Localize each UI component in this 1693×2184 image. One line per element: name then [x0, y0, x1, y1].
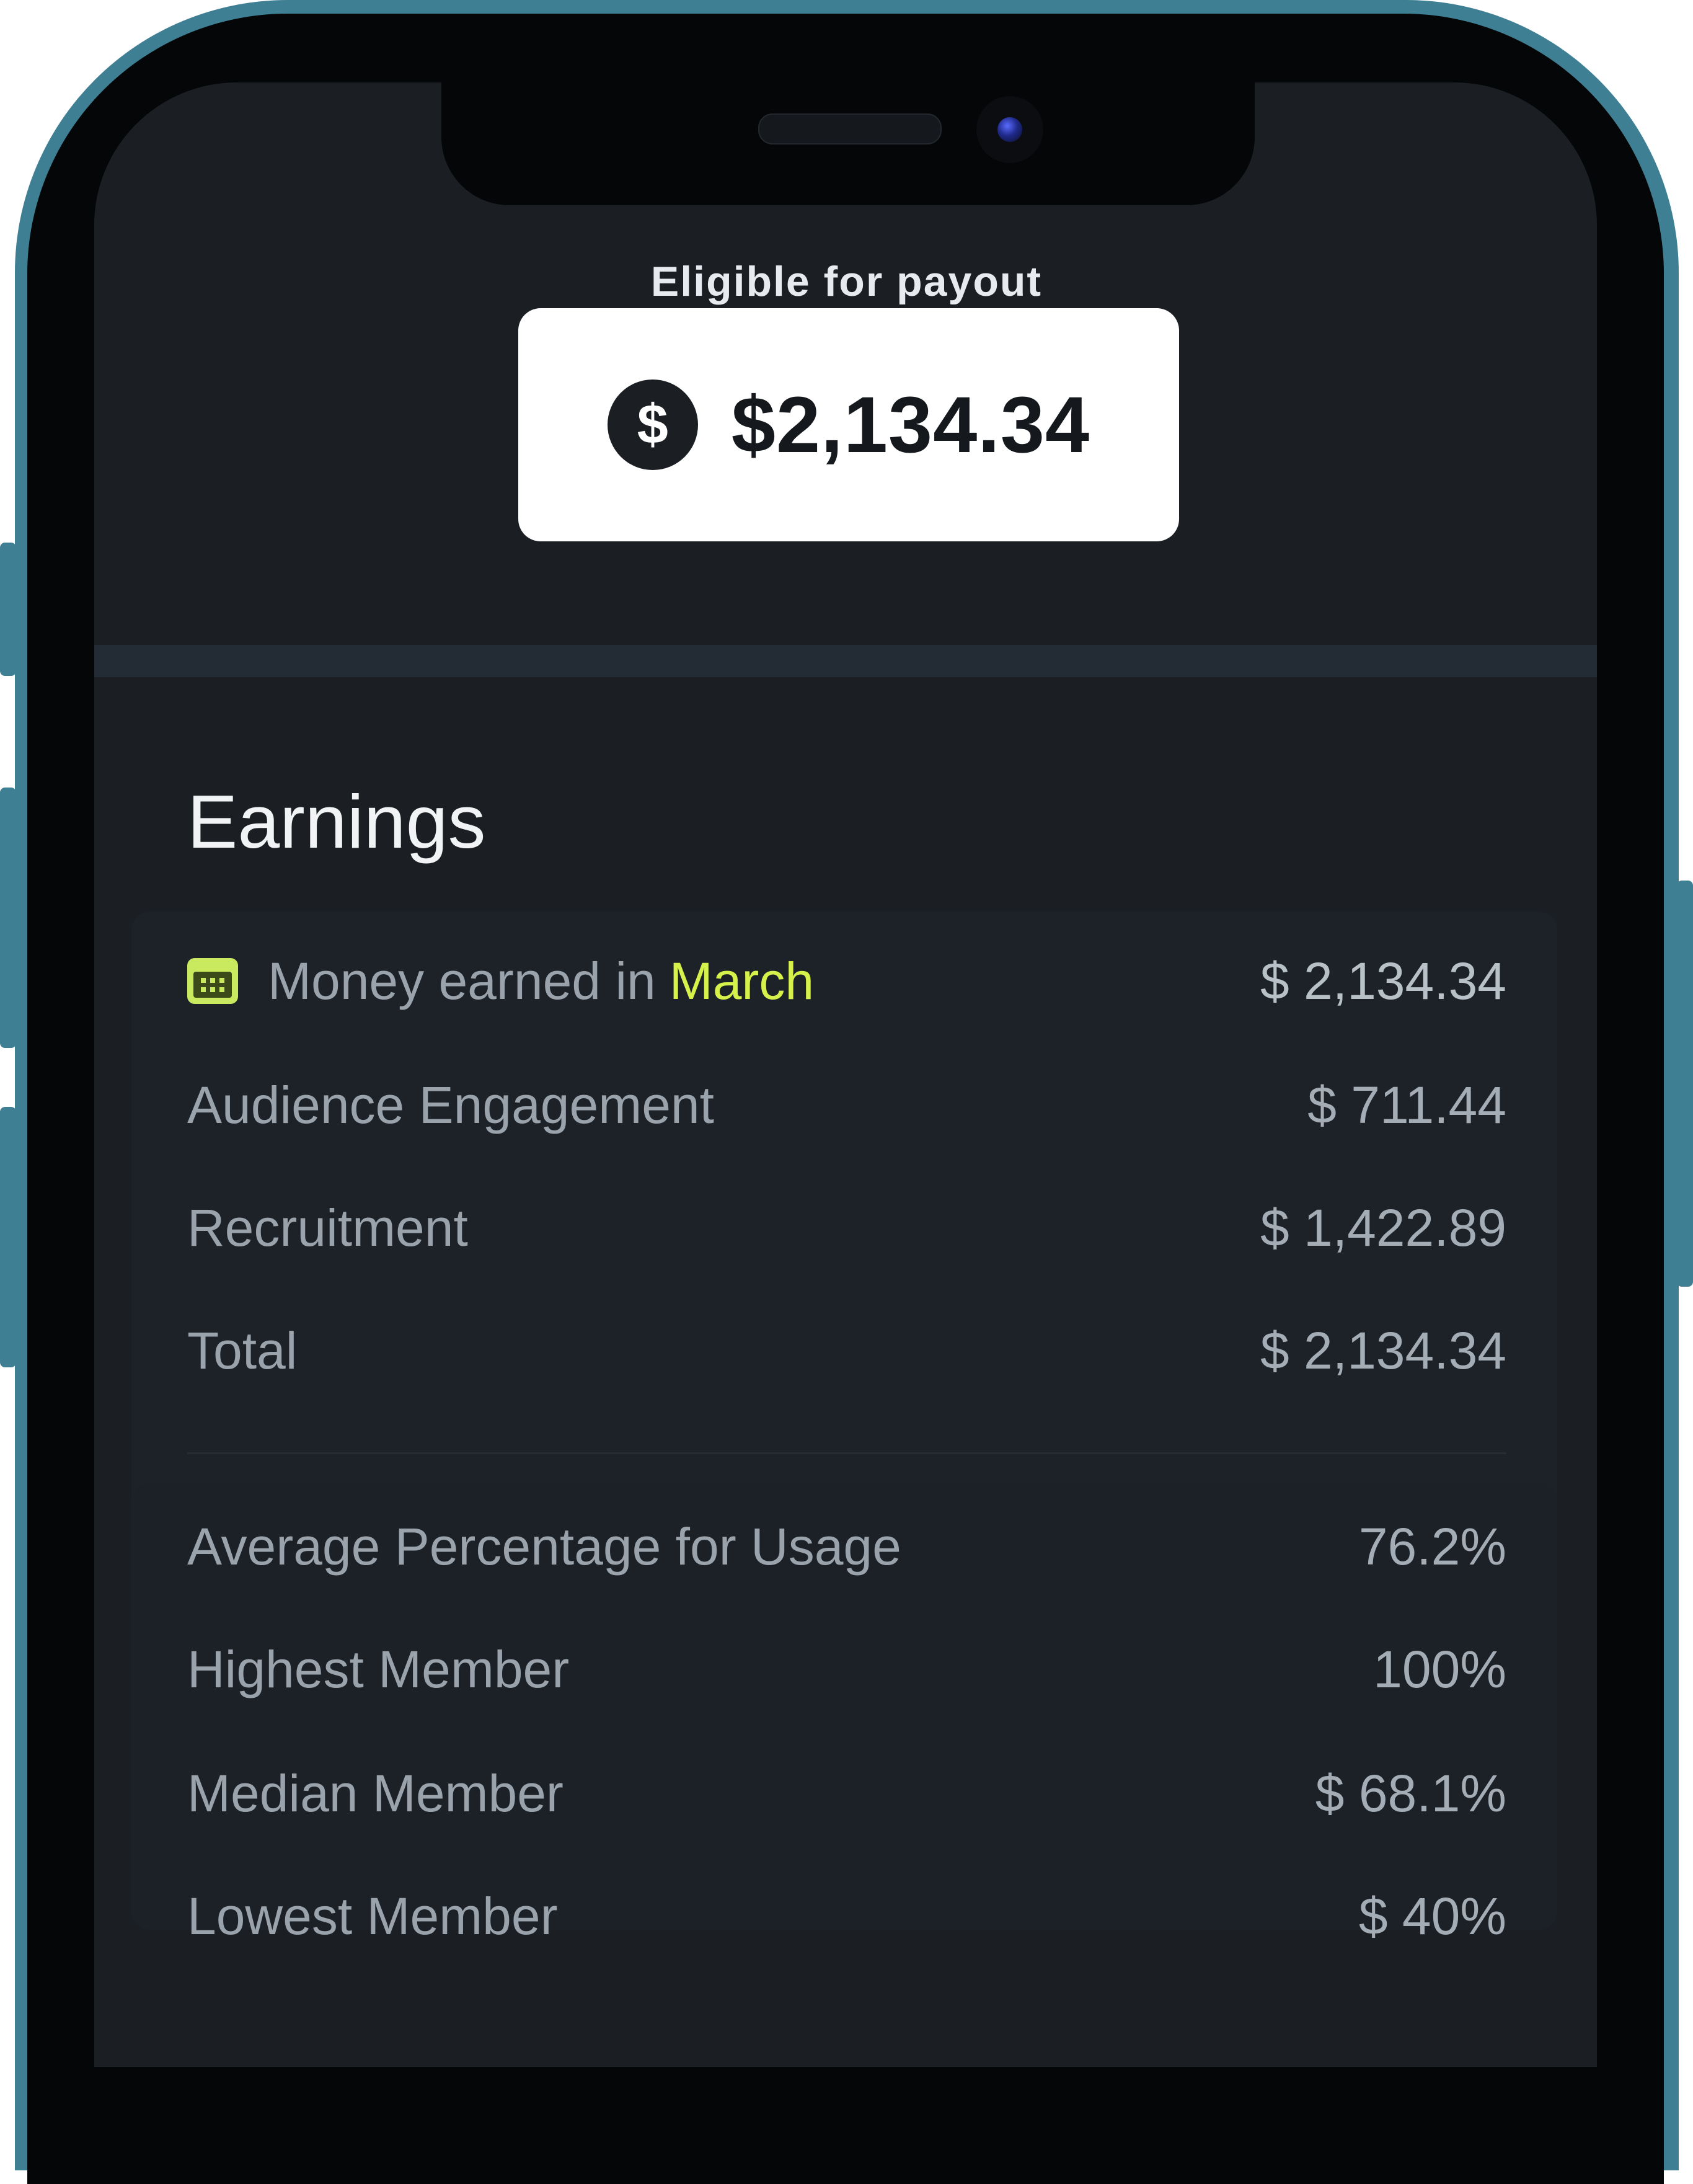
- stat-row-highest-member: Highest Member 100%: [187, 1632, 1506, 1707]
- silent-switch: [0, 543, 16, 676]
- stat-row-value: 100%: [1373, 1640, 1506, 1698]
- month-earnings-prefix: Money earned in: [268, 951, 656, 1010]
- earnings-row-recruitment: Recruitment $ 1,422.89: [187, 1191, 1506, 1265]
- earnings-row-label: Total: [187, 1321, 298, 1380]
- earnings-divider: [187, 1452, 1506, 1454]
- payout-label: Eligible for payout: [650, 258, 1043, 305]
- volume-up-button: [0, 788, 16, 1048]
- month-earnings-label: Money earned in March: [187, 951, 814, 1011]
- stat-row-median-member: Median Member $ 68.1%: [187, 1756, 1506, 1831]
- payout-card[interactable]: $ $2,134.34: [518, 308, 1179, 541]
- earnings-row-value: $ 711.44: [1307, 1075, 1506, 1134]
- stat-row-label: Highest Member: [187, 1640, 570, 1698]
- month-earnings-row[interactable]: Money earned in March $ 2,134.34: [187, 944, 1506, 1018]
- stat-row-value: $ 40%: [1358, 1886, 1506, 1945]
- stat-row-average-usage: Average Percentage for Usage 76.2%: [187, 1509, 1506, 1584]
- stat-row-label: Median Member: [187, 1764, 564, 1822]
- volume-down-button: [0, 1107, 16, 1367]
- earnings-row-value: $ 2,134.34: [1260, 1321, 1506, 1380]
- month-selector[interactable]: March: [670, 951, 814, 1011]
- stat-row-lowest-member: Lowest Member $ 40%: [187, 1879, 1506, 1953]
- section-divider: [94, 645, 1597, 677]
- earnings-title: Earnings: [187, 779, 486, 864]
- speaker-grille: [758, 113, 942, 144]
- calendar-icon: [187, 958, 238, 1004]
- stat-row-value: 76.2%: [1358, 1517, 1506, 1576]
- stat-row-label: Lowest Member: [187, 1886, 558, 1945]
- earnings-row-total: Total $ 2,134.34: [187, 1313, 1506, 1388]
- earnings-row-value: $ 1,422.89: [1260, 1198, 1506, 1257]
- power-button: [1677, 881, 1693, 1287]
- earnings-row-audience-engagement: Audience Engagement $ 711.44: [187, 1068, 1506, 1142]
- month-earnings-value: $ 2,134.34: [1260, 951, 1506, 1010]
- earnings-row-label: Recruitment: [187, 1198, 468, 1257]
- stat-row-label: Average Percentage for Usage: [187, 1517, 901, 1576]
- payout-amount: $2,134.34: [731, 380, 1090, 469]
- camera-lens: [997, 117, 1022, 142]
- stat-row-value: $ 68.1%: [1315, 1764, 1506, 1822]
- earnings-row-label: Audience Engagement: [187, 1075, 714, 1134]
- dollar-circle-icon: $: [607, 380, 698, 470]
